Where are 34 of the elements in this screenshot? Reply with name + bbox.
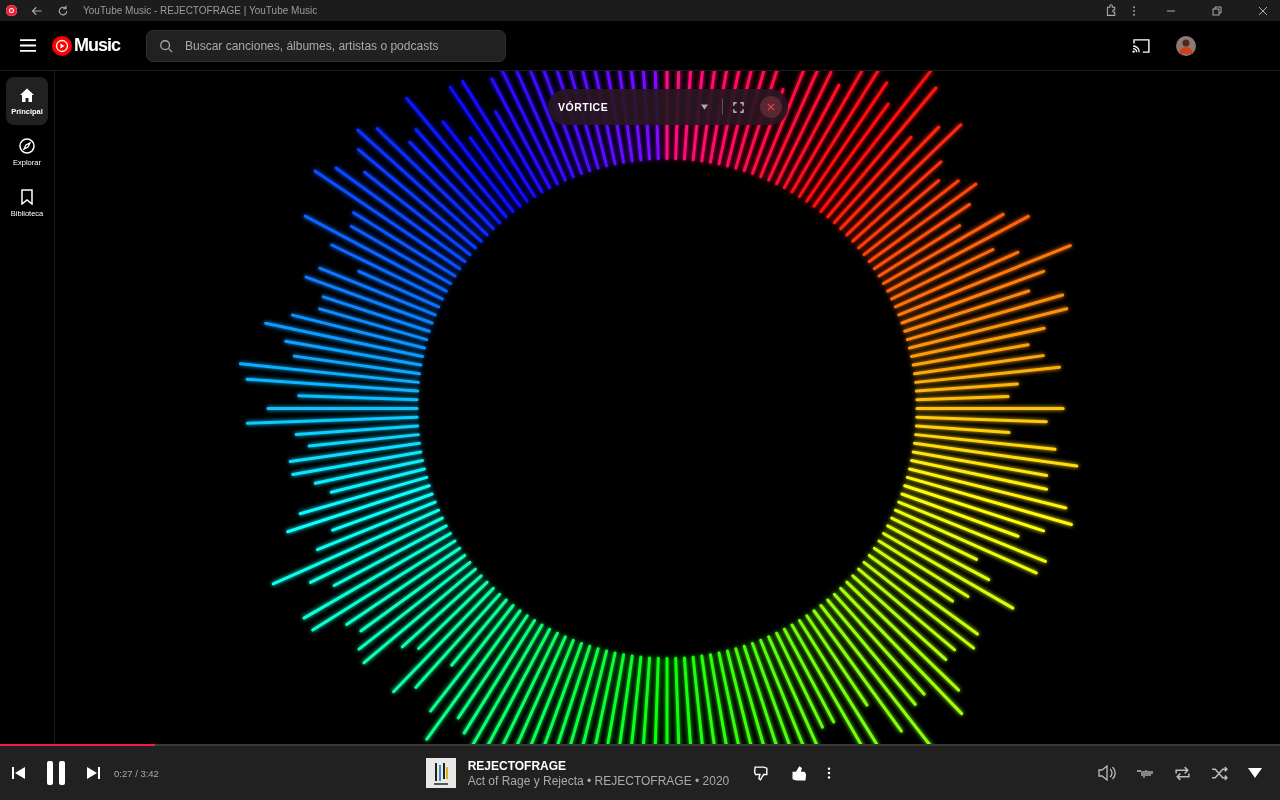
next-icon[interactable] [86, 766, 100, 780]
window-title: YouTube Music - REJECTOFRAGE | YouTube Music [83, 5, 318, 16]
avatar-icon[interactable] [1176, 35, 1196, 56]
logo-icon [52, 35, 72, 56]
extension-icon[interactable] [1105, 4, 1118, 17]
caret-icon [701, 104, 708, 110]
close-icon[interactable] [1258, 5, 1268, 16]
bookmark-icon [19, 188, 35, 205]
song-title[interactable]: REJECTOFRAGE [467, 758, 730, 773]
thumbs-up-icon[interactable] [790, 764, 808, 782]
close-button[interactable] [760, 96, 782, 118]
cast-icon[interactable] [1132, 38, 1150, 53]
preset-dropdown[interactable]: VÓRTICE [558, 101, 712, 113]
close-icon [767, 103, 775, 111]
back-icon[interactable] [31, 4, 43, 17]
more-icon[interactable] [827, 766, 832, 780]
volume-icon[interactable] [1098, 765, 1116, 781]
restore-icon[interactable] [1212, 5, 1222, 16]
pause-icon[interactable] [46, 761, 66, 785]
shuffle-icon[interactable] [1211, 764, 1228, 782]
menu-icon[interactable] [20, 39, 36, 52]
home-icon [19, 86, 35, 103]
song-subtitle: Act of Rage y Rejecta • REJECTOFRAGE • 2020 [467, 773, 730, 788]
search-field[interactable]: Buscar canciones, álbumes, artistas o podcasts [146, 29, 506, 62]
reload-icon[interactable] [57, 4, 69, 17]
compass-icon [19, 137, 35, 154]
logo-text[interactable]: Music [74, 35, 120, 56]
time-text: 0:27 / 3:42 [114, 767, 159, 779]
expand-icon[interactable] [1248, 768, 1262, 778]
previous-icon[interactable] [12, 766, 26, 780]
thumbs-down-icon[interactable] [753, 764, 771, 782]
app-logo-icon [6, 5, 17, 16]
repeat-icon[interactable] [1174, 764, 1191, 782]
fullscreen-icon[interactable] [733, 101, 744, 113]
